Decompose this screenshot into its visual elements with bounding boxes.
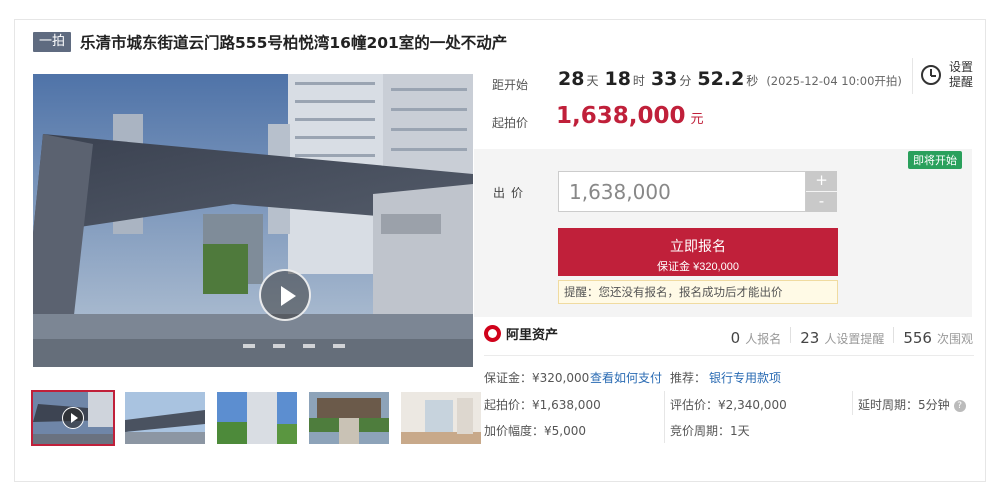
divider: [893, 327, 895, 343]
main-video-cover[interactable]: [33, 74, 473, 367]
status-badge: 即将开始: [908, 151, 962, 169]
thumbnail-3[interactable]: [217, 392, 297, 444]
countdown-hours-unit: 时: [632, 74, 645, 88]
play-icon: [62, 407, 84, 429]
reminder-count: 23: [800, 329, 820, 347]
set-reminder-label: 设置提醒: [949, 60, 974, 89]
auction-stats: 0 人报名 23 人设置提醒 556 次围观: [731, 327, 973, 347]
appraisal-detail: 评估价：¥2,340,000: [670, 398, 787, 412]
start-time-note: (2025-12-04 10:00开拍): [766, 74, 902, 88]
signup-notice: 提醒：您还没有报名，报名成功后才能出价: [558, 280, 838, 304]
divider: [484, 355, 974, 356]
countdown-days-unit: 天: [586, 74, 599, 88]
thumbnail-image: [125, 392, 205, 444]
countdown-label: 距开始: [492, 78, 529, 92]
countdown-minutes-unit: 分: [679, 74, 692, 88]
delay-period-detail: 延时周期：5分钟?: [858, 396, 966, 413]
play-icon[interactable]: [259, 269, 311, 321]
title-row: 一拍 乐清市城东街道云门路555号柏悦湾16幢201室的一处不动产: [33, 31, 507, 53]
signup-count: 0: [730, 329, 741, 347]
signup-button[interactable]: 立即报名 保证金 ¥320,000: [558, 228, 838, 276]
countdown-hours: 18: [604, 68, 631, 90]
set-reminder-button[interactable]: 设置提醒: [912, 58, 974, 94]
bank-account-link[interactable]: 银行专用款项: [709, 369, 781, 386]
countdown-seconds: 52.2: [697, 68, 745, 90]
question-icon[interactable]: ?: [953, 400, 966, 412]
increment-detail: 加价幅度：¥5,000: [484, 424, 586, 438]
decrease-bid-button[interactable]: -: [806, 192, 837, 212]
thumbnail-image: [401, 392, 481, 444]
round-tag: 一拍: [33, 32, 72, 52]
deposit-detail: 保证金：¥320,000: [484, 371, 590, 385]
alarm-clock-icon: [921, 65, 941, 85]
bidding-period-detail: 竞价周期：1天: [670, 424, 750, 438]
start-price-detail: 起拍价：¥1,638,000: [484, 398, 601, 412]
recommend-label: 推荐：: [670, 371, 707, 385]
thumbnail-image: [309, 392, 389, 444]
view-count: 556: [903, 329, 932, 347]
start-price: 1,638,000 元: [556, 103, 704, 129]
signup-count-unit: 人报名: [745, 332, 782, 346]
deposit-amount: 保证金 ¥320,000: [657, 261, 739, 273]
thumbnail-4[interactable]: [309, 392, 389, 444]
countdown-seconds-unit: 秒: [746, 74, 759, 88]
countdown-timer: 28 天 18 时 33 分 52.2 秒 (2025-12-04 10:00开…: [558, 68, 902, 90]
divider: [664, 391, 665, 443]
increase-bid-button[interactable]: +: [806, 171, 837, 191]
countdown-days: 28: [558, 68, 585, 90]
start-price-label: 起拍价: [492, 116, 529, 130]
bid-label: 出价: [493, 186, 530, 200]
platform: 阿里资产: [484, 324, 558, 343]
bid-amount-input[interactable]: [558, 171, 806, 212]
building-photo: [33, 74, 473, 367]
start-price-value: 1,638,000: [556, 103, 686, 129]
signup-label: 立即报名: [670, 238, 726, 254]
divider: [852, 391, 853, 415]
platform-name: 阿里资产: [506, 328, 559, 343]
thumbnail-image: [217, 392, 297, 444]
thumbnail-strip: [31, 390, 481, 446]
delay-period-text: 延时周期：5分钟: [858, 398, 950, 412]
countdown-minutes: 33: [650, 68, 678, 90]
ali-assets-logo: [484, 325, 501, 342]
thumbnail-video[interactable]: [31, 390, 115, 446]
thumbnail-2[interactable]: [125, 392, 205, 444]
thumbnail-5[interactable]: [401, 392, 481, 444]
view-count-unit: 次围观: [936, 332, 973, 346]
reminder-count-unit: 人设置提醒: [824, 332, 885, 346]
page-title: 乐清市城东街道云门路555号柏悦湾16幢201室的一处不动产: [80, 34, 508, 52]
start-price-unit: 元: [690, 112, 704, 127]
divider: [790, 327, 792, 343]
how-to-pay-link[interactable]: 查看如何支付: [590, 369, 662, 386]
bid-panel: 即将开始 出价 + - 立即报名 保证金 ¥320,000 提醒：您还没有报名，…: [474, 149, 972, 317]
